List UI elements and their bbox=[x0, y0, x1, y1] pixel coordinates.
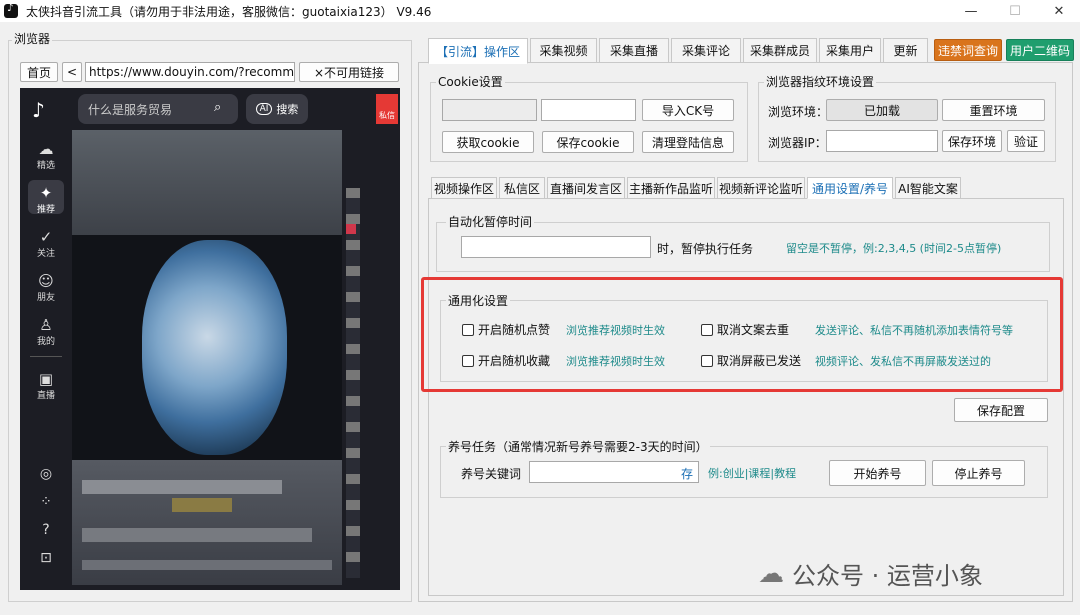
save-keyword-icon[interactable]: 存 bbox=[681, 465, 693, 482]
subtab-video-ops[interactable]: 视频操作区 bbox=[431, 177, 497, 199]
feedback-icon[interactable]: ⊡ bbox=[20, 550, 72, 566]
back-button[interactable]: < bbox=[62, 62, 82, 82]
subtab-general-settings[interactable]: 通用设置/养号 bbox=[807, 177, 893, 199]
video-player[interactable] bbox=[72, 130, 342, 585]
url-input[interactable]: https://www.douyin.com/?recommend bbox=[85, 62, 295, 82]
env-status: 已加载 bbox=[826, 99, 938, 121]
sidebar-item-friends[interactable]: ☺ 朋友 bbox=[20, 272, 72, 303]
douyin-webview[interactable]: ♪ 什么是服务贸易 ⌕ AI 搜索 私信 ☁ 精选 ✦ 推荐 ✓ 关注 ☺ 朋友 ♙ 我的… bbox=[20, 88, 400, 590]
nurture-group-title: 养号任务（通常情况新号养号需要2-3天的时间） bbox=[446, 438, 710, 455]
sidebar-item-follow[interactable]: ✓ 关注 bbox=[20, 228, 72, 259]
subtab-new-works[interactable]: 主播新作品监听 bbox=[627, 177, 715, 199]
highlight-box bbox=[421, 277, 1063, 392]
apps-icon[interactable]: ⁘ bbox=[20, 494, 72, 510]
close-button[interactable]: ✕ bbox=[1044, 0, 1074, 22]
ai-icon: AI bbox=[255, 103, 273, 115]
video-blur-caption-tag bbox=[172, 498, 232, 512]
save-env-button[interactable]: 保存环境 bbox=[942, 130, 1002, 152]
video-blur-caption-line bbox=[82, 528, 312, 542]
pause-hours-input[interactable] bbox=[461, 236, 651, 258]
sidebar-label: 直播 bbox=[36, 391, 55, 401]
follow-icon: ✓ bbox=[39, 228, 53, 246]
keyword-label: 养号关键词 bbox=[461, 467, 522, 481]
friends-icon: ☺ bbox=[38, 272, 54, 290]
auto-pause-title: 自动化暂停时间 bbox=[446, 213, 535, 230]
sidebar-label: 关注 bbox=[36, 249, 55, 259]
title-bar: 太侠抖音引流工具（请勿用于非法用途，客服微信：guotaixia123） V9.… bbox=[0, 0, 1080, 22]
browser-group-title: 浏览器 bbox=[12, 30, 53, 47]
ai-search-label: 搜索 bbox=[276, 103, 299, 116]
sparkle-icon: ✦ bbox=[39, 184, 53, 202]
user-qr-button[interactable]: 用户二维码 bbox=[1006, 39, 1074, 61]
tab-collect-live[interactable]: 采集直播 bbox=[599, 38, 669, 63]
user-icon: ♙ bbox=[39, 316, 53, 334]
save-config-button[interactable]: 保存配置 bbox=[954, 398, 1048, 422]
app-icon bbox=[4, 3, 18, 18]
watermark: ☁ 公众号 · 运营小象 bbox=[758, 556, 983, 591]
home-button[interactable]: 首页 bbox=[20, 62, 58, 82]
sidebar-divider bbox=[30, 356, 62, 357]
cloud-icon: ☁ bbox=[38, 140, 54, 158]
subtab-new-comments[interactable]: 视频新评论监听 bbox=[717, 177, 805, 199]
sidebar-label: 朋友 bbox=[36, 293, 55, 303]
help-icon[interactable]: ? bbox=[20, 522, 72, 538]
start-nurture-button[interactable]: 开始养号 bbox=[829, 460, 926, 486]
sidebar-label: 我的 bbox=[36, 337, 55, 347]
bad-link-button[interactable]: ×不可用链接 bbox=[299, 62, 399, 82]
settings-icon[interactable]: ◎ bbox=[20, 466, 72, 482]
subtab-ai-copy[interactable]: AI智能文案 bbox=[895, 177, 961, 199]
tv-icon: ▣ bbox=[38, 370, 54, 388]
cookie-value-field[interactable] bbox=[541, 99, 636, 121]
banned-words-button[interactable]: 违禁词查询 bbox=[934, 39, 1002, 61]
sidebar-label: 推荐 bbox=[36, 205, 55, 215]
douyin-search-input[interactable]: 什么是服务贸易 ⌕ bbox=[78, 94, 238, 124]
clear-login-button[interactable]: 清理登陆信息 bbox=[642, 131, 734, 153]
tab-traffic-ops[interactable]: 【引流】操作区 bbox=[428, 38, 528, 64]
window-title: 太侠抖音引流工具（请勿用于非法用途，客服微信：guotaixia123） V9.… bbox=[26, 4, 432, 19]
pause-hint: 留空是不暂停，例:2,3,4,5 (时间2-5点暂停) bbox=[786, 242, 1002, 255]
cookie-group-title: Cookie设置 bbox=[436, 73, 505, 90]
minimize-button[interactable]: — bbox=[956, 0, 986, 22]
sidebar-item-me[interactable]: ♙ 我的 bbox=[20, 316, 72, 347]
search-placeholder: 什么是服务贸易 bbox=[88, 102, 173, 117]
video-blur-caption-line bbox=[82, 480, 282, 494]
maximize-button[interactable]: ☐ bbox=[1000, 0, 1030, 22]
wechat-icon: ☁ bbox=[758, 558, 784, 589]
sidebar-item-live[interactable]: ▣ 直播 bbox=[20, 370, 72, 401]
verify-button[interactable]: 验证 bbox=[1007, 130, 1045, 152]
stop-nurture-button[interactable]: 停止养号 bbox=[932, 460, 1025, 486]
pause-suffix: 时，暂停执行任务 bbox=[657, 242, 754, 256]
tab-collect-users[interactable]: 采集用户 bbox=[819, 38, 881, 63]
reset-env-button[interactable]: 重置环境 bbox=[942, 99, 1045, 121]
subtab-live-chat[interactable]: 直播间发言区 bbox=[547, 177, 625, 199]
sidebar-label: 精选 bbox=[36, 161, 55, 171]
sidebar-item-featured[interactable]: ☁ 精选 bbox=[20, 140, 72, 171]
import-ck-button[interactable]: 导入CK号 bbox=[642, 99, 734, 121]
subtab-dm[interactable]: 私信区 bbox=[499, 177, 545, 199]
video-blur-progress bbox=[82, 560, 332, 570]
keyword-example: 例:创业|课程|教程 bbox=[708, 467, 797, 480]
tab-collect-comments[interactable]: 采集评论 bbox=[671, 38, 741, 63]
ai-search-button[interactable]: AI 搜索 bbox=[246, 94, 308, 124]
video-blur-top bbox=[72, 130, 342, 235]
fingerprint-group-title: 浏览器指纹环境设置 bbox=[764, 73, 877, 90]
ip-label: 浏览器IP： bbox=[768, 136, 827, 150]
cookie-account-field[interactable] bbox=[442, 99, 537, 121]
save-cookie-button[interactable]: 保存cookie bbox=[542, 131, 634, 153]
search-icon[interactable]: ⌕ bbox=[214, 100, 221, 115]
browser-ip-input[interactable] bbox=[826, 130, 938, 152]
sidebar-item-recommend[interactable]: ✦ 推荐 bbox=[20, 184, 72, 215]
tab-collect-video[interactable]: 采集视频 bbox=[530, 38, 597, 63]
like-icon[interactable] bbox=[346, 224, 356, 234]
message-button[interactable]: 私信 bbox=[376, 94, 398, 124]
nurture-keyword-input[interactable]: 存 bbox=[529, 461, 699, 483]
douyin-logo-icon: ♪ bbox=[32, 98, 45, 122]
action-bar-blur bbox=[346, 188, 360, 578]
env-label: 浏览环境： bbox=[768, 105, 829, 119]
video-blur-globe bbox=[142, 240, 287, 455]
tab-collect-members[interactable]: 采集群成员 bbox=[743, 38, 817, 63]
get-cookie-button[interactable]: 获取cookie bbox=[442, 131, 534, 153]
tab-update[interactable]: 更新 bbox=[883, 38, 928, 63]
watermark-text: 公众号 · 运营小象 bbox=[792, 562, 983, 590]
